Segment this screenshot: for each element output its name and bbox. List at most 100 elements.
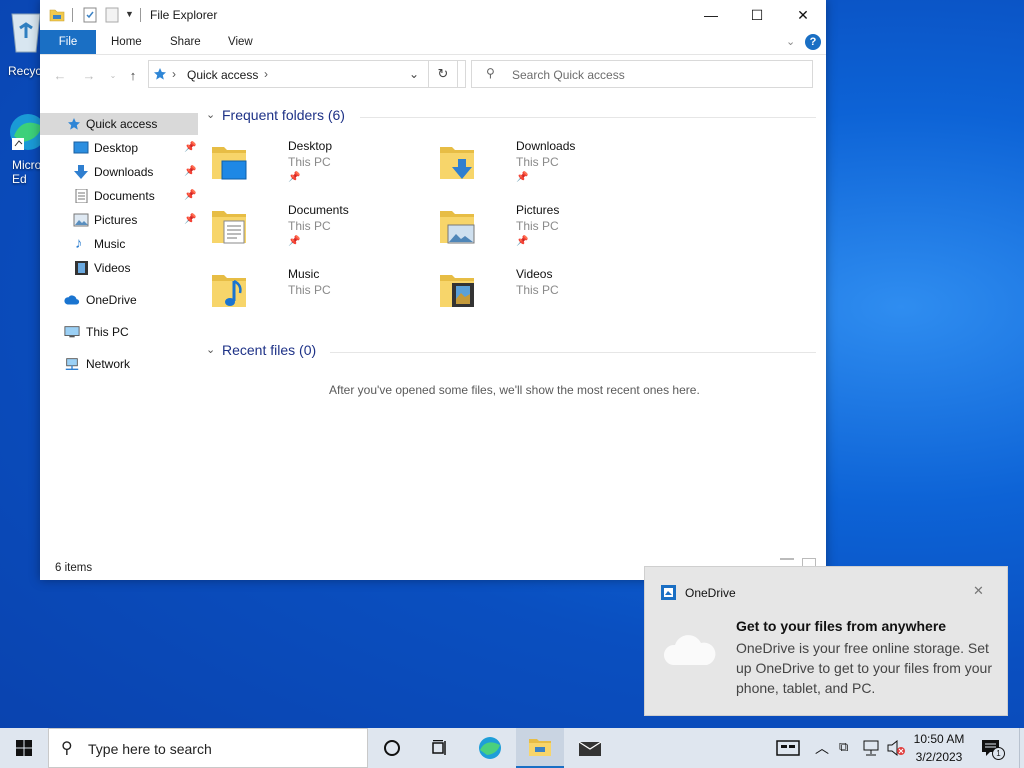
- show-desktop-button[interactable]: [1019, 728, 1024, 768]
- pin-icon: 📌: [184, 166, 197, 177]
- breadcrumb-separator: ›: [264, 67, 268, 81]
- frequent-folders-header[interactable]: Frequent folders (6): [222, 107, 345, 123]
- taskbar-search-placeholder: Type here to search: [88, 741, 212, 757]
- edge-icon: [479, 737, 501, 759]
- nav-pictures[interactable]: Pictures 📌: [40, 209, 198, 231]
- task-view-button[interactable]: [416, 728, 464, 768]
- nav-network[interactable]: Network: [40, 353, 198, 375]
- toolbar-separator: [140, 8, 141, 22]
- navigation-bar: ← → ⌄ ↑ › Quick access › ⌄ ↻ ⚲ Search Qu…: [40, 60, 826, 90]
- notification-close-button[interactable]: ✕: [973, 583, 984, 599]
- nav-label: Network: [86, 357, 131, 371]
- action-center-button[interactable]: 1: [980, 737, 1005, 760]
- start-button[interactable]: [0, 728, 48, 768]
- search-box[interactable]: ⚲ Search Quick access: [471, 60, 813, 88]
- task-view-icon: [432, 740, 446, 755]
- folder-tile-videos[interactable]: Videos This PC: [436, 267, 656, 323]
- nav-this-pc[interactable]: This PC: [40, 321, 198, 343]
- close-button[interactable]: ✕: [780, 0, 826, 30]
- folder-tile-pictures[interactable]: Pictures This PC 📌: [436, 203, 656, 259]
- network-icon: [65, 358, 79, 370]
- downloads-folder-icon: [440, 147, 474, 179]
- desktop-icon-edge[interactable]: Micro Ed: [0, 110, 46, 186]
- back-button[interactable]: ←: [49, 64, 71, 86]
- pin-icon: 📌: [516, 236, 529, 247]
- nav-music[interactable]: ♪ Music: [40, 233, 198, 255]
- help-icon[interactable]: ?: [805, 34, 821, 50]
- nav-label: Pictures: [94, 213, 138, 227]
- folder-name: Music: [288, 267, 320, 281]
- properties-icon[interactable]: [82, 7, 98, 23]
- notification-count-badge: 1: [992, 747, 1005, 760]
- file-explorer-window: ▼ File Explorer — ☐ ✕ File Home Share Vi…: [40, 0, 826, 580]
- tab-share[interactable]: Share: [170, 30, 201, 54]
- folder-location: This PC: [516, 283, 559, 297]
- nav-downloads[interactable]: Downloads 📌: [40, 161, 198, 183]
- show-hidden-icons-button[interactable]: ︿: [815, 738, 829, 758]
- clock[interactable]: 10:50 AM 3/2/2023: [910, 730, 968, 766]
- search-placeholder: Search Quick access: [512, 68, 625, 82]
- folder-icon: [49, 9, 65, 22]
- folder-tile-music[interactable]: Music This PC: [208, 267, 428, 323]
- nav-onedrive[interactable]: OneDrive: [40, 289, 198, 311]
- taskbar-edge[interactable]: [466, 728, 514, 768]
- breadcrumb-quick-access[interactable]: Quick access: [187, 68, 258, 82]
- mail-icon: [578, 741, 602, 756]
- notification-app-name: OneDrive: [685, 586, 736, 600]
- volume-muted-icon[interactable]: [886, 740, 906, 756]
- forward-button[interactable]: →: [78, 64, 100, 86]
- videos-folder-icon: [440, 275, 474, 307]
- recent-locations-button[interactable]: ⌄: [102, 64, 124, 86]
- meet-now-icon[interactable]: ⧉: [839, 739, 848, 755]
- download-arrow-icon: [74, 165, 88, 179]
- nav-desktop[interactable]: Desktop 📌: [40, 137, 198, 159]
- document-icon: [75, 189, 88, 203]
- recent-files-header[interactable]: Recent files (0): [222, 342, 316, 358]
- collapse-group-icon[interactable]: ⌄: [206, 343, 215, 356]
- desktop-icon-recycle-bin[interactable]: Recyc: [0, 6, 44, 78]
- pin-icon: 📌: [288, 236, 301, 247]
- tab-home[interactable]: Home: [111, 30, 142, 54]
- taskbar-search-box[interactable]: ⚲ Type here to search: [48, 728, 368, 768]
- status-bar-item-count: 6 items: [55, 562, 93, 574]
- notification-body: OneDrive is your free online storage. Se…: [736, 640, 992, 696]
- taskbar-mail[interactable]: [566, 728, 614, 768]
- pictures-folder-icon: [440, 211, 475, 244]
- nav-quick-access[interactable]: Quick access: [40, 113, 198, 135]
- folder-icon: [529, 739, 551, 756]
- ribbon-tabs: File Home Share View ⌄ ?: [40, 30, 826, 55]
- cortana-button[interactable]: [368, 728, 416, 768]
- folder-tile-documents[interactable]: Documents This PC 📌: [208, 203, 428, 259]
- minimize-button[interactable]: —: [688, 0, 734, 30]
- recent-files-empty-message: After you've opened some files, we'll sh…: [329, 383, 700, 397]
- music-folder-icon: [212, 275, 246, 307]
- nav-documents[interactable]: Documents 📌: [40, 185, 198, 207]
- taskbar-file-explorer[interactable]: [516, 728, 564, 768]
- nav-label: Downloads: [94, 165, 154, 179]
- maximize-button[interactable]: ☐: [734, 0, 780, 30]
- keyboard-icon: [776, 740, 800, 756]
- refresh-button[interactable]: ↻: [428, 60, 458, 88]
- search-icon: ⚲: [61, 740, 73, 757]
- folder-tile-downloads[interactable]: Downloads This PC 📌: [436, 139, 656, 195]
- folder-name: Videos: [516, 267, 553, 281]
- network-icon[interactable]: [862, 740, 880, 756]
- quick-access-toolbar-dropdown[interactable]: ▼: [125, 9, 134, 19]
- keyboard-layout-button[interactable]: [764, 728, 812, 768]
- group-divider: [360, 117, 816, 118]
- tab-file[interactable]: File: [40, 30, 96, 54]
- address-dropdown-button[interactable]: ⌄: [409, 67, 419, 81]
- folder-tile-desktop[interactable]: Desktop This PC 📌: [208, 139, 428, 195]
- address-bar[interactable]: › Quick access › ⌄: [148, 60, 466, 88]
- expand-ribbon-icon[interactable]: ⌄: [786, 35, 795, 48]
- nav-videos[interactable]: Videos: [40, 257, 198, 279]
- recycle-bin-icon: [11, 13, 41, 53]
- documents-folder-icon: [212, 211, 246, 244]
- onedrive-notification[interactable]: OneDrive ✕ Get to your files from anywhe…: [644, 566, 1008, 716]
- nav-label: Desktop: [94, 141, 139, 155]
- new-folder-icon[interactable]: [104, 7, 120, 23]
- tab-view[interactable]: View: [228, 30, 253, 54]
- cloud-icon: [64, 295, 80, 305]
- up-button[interactable]: ↑: [122, 64, 144, 86]
- collapse-group-icon[interactable]: ⌄: [206, 108, 215, 121]
